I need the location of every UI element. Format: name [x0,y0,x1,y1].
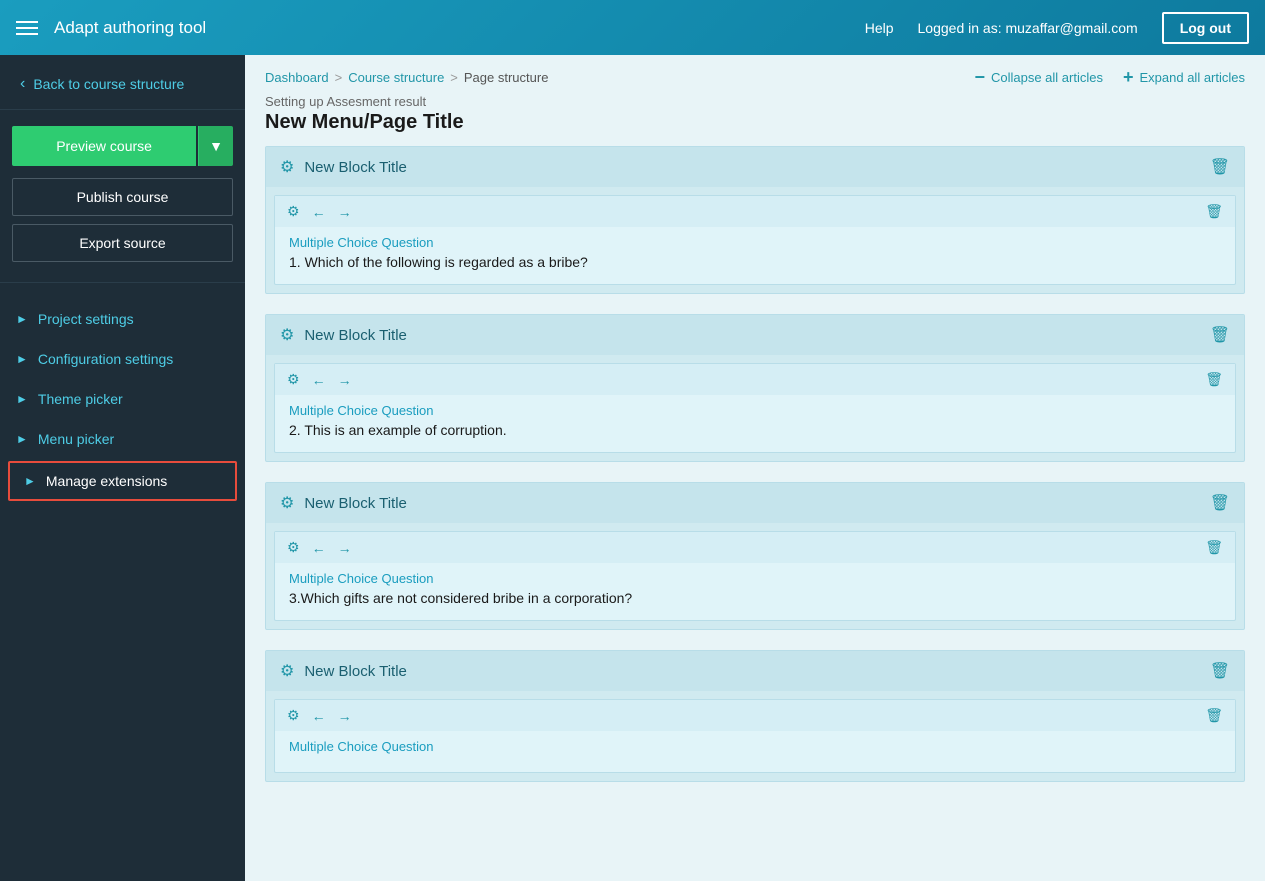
chevron-right-icon: ► [24,474,36,488]
breadcrumb-page-structure: Page structure [464,70,549,85]
component-2-left-arrow-icon[interactable]: ← [312,372,326,388]
minus-icon: − [974,67,985,88]
hamburger-menu[interactable] [16,21,38,35]
collapse-all-articles[interactable]: − Collapse all articles [974,67,1103,88]
expand-all-articles[interactable]: + Expand all articles [1123,67,1245,88]
breadcrumb-bar: Dashboard > Course structure > Page stru… [245,55,1265,92]
breadcrumb-actions: − Collapse all articles + Expand all art… [974,67,1245,88]
block-3-component: ⚙ ← → 🗑 Multiple Choice Question 3.Which… [274,531,1236,621]
block-4-component-body: Multiple Choice Question [275,731,1235,772]
component-1-question: 1. Which of the following is regarded as… [289,254,1221,270]
block-3-delete-icon[interactable]: 🗑 [1210,493,1230,513]
app-title: Adapt authoring tool [54,18,865,38]
component-4-right-arrow-icon[interactable]: → [338,708,352,724]
preview-group: Preview course ▼ [12,126,233,166]
sidebar-item-theme-picker[interactable]: ► Theme picker [0,379,245,419]
component-3-left-arrow-icon[interactable]: ← [312,540,326,556]
block-3-title: New Block Title [304,495,407,512]
component-3-gear-icon[interactable]: ⚙ [287,539,300,556]
breadcrumb-course-structure[interactable]: Course structure [348,70,444,85]
sidebar-item-configuration-settings[interactable]: ► Configuration settings [0,339,245,379]
component-3-delete-icon[interactable]: 🗑 [1205,539,1223,556]
block-4-header: ⚙ New Block Title 🗑 [266,651,1244,691]
block-4-delete-icon[interactable]: 🗑 [1210,661,1230,681]
block-3-gear-icon[interactable]: ⚙ [280,493,294,513]
content-area: Dashboard > Course structure > Page stru… [245,55,1265,881]
breadcrumb-dashboard[interactable]: Dashboard [265,70,329,85]
user-label: Logged in as: muzaffar@gmail.com [918,20,1138,36]
block-2-gear-icon[interactable]: ⚙ [280,325,294,345]
block-2-component-toolbar: ⚙ ← → 🗑 [275,364,1235,395]
sidebar-item-menu-picker[interactable]: ► Menu picker [0,419,245,459]
block-2-delete-icon[interactable]: 🗑 [1210,325,1230,345]
component-4-gear-icon[interactable]: ⚙ [287,707,300,724]
block-1-header: ⚙ New Block Title 🗑 [266,147,1244,187]
component-2-delete-icon[interactable]: 🗑 [1205,371,1223,388]
preview-dropdown-button[interactable]: ▼ [198,126,233,166]
block-1-component-body: Multiple Choice Question 1. Which of the… [275,227,1235,284]
component-1-right-arrow-icon[interactable]: → [338,204,352,220]
navbar: Adapt authoring tool Help Logged in as: … [0,0,1265,55]
back-to-course-structure[interactable]: ‹ Back to course structure [0,55,245,110]
block-4-title: New Block Title [304,663,407,680]
component-4-delete-icon[interactable]: 🗑 [1205,707,1223,724]
component-2-question: 2. This is an example of corruption. [289,422,1221,438]
block-3-header: ⚙ New Block Title 🗑 [266,483,1244,523]
breadcrumb: Dashboard > Course structure > Page stru… [265,70,548,85]
block-3-component-toolbar: ⚙ ← → 🗑 [275,532,1235,563]
block-2-title: New Block Title [304,327,407,344]
block-1-title: New Block Title [304,159,407,176]
help-link[interactable]: Help [865,20,894,36]
plus-icon: + [1123,67,1134,88]
export-source-button[interactable]: Export source [12,224,233,262]
component-1-left-arrow-icon[interactable]: ← [312,204,326,220]
sidebar-item-manage-extensions[interactable]: ► Manage extensions [8,461,237,501]
component-4-left-arrow-icon[interactable]: ← [312,708,326,724]
block-1-component-toolbar: ⚙ ← → 🗑 [275,196,1235,227]
block-3-component-body: Multiple Choice Question 3.Which gifts a… [275,563,1235,620]
page-title: New Menu/Page Title [265,111,1245,134]
block-1-component: ⚙ ← → 🗑 Multiple Choice Question 1. Whic… [274,195,1236,285]
chevron-left-icon: ‹ [20,75,25,93]
logout-button[interactable]: Log out [1162,12,1249,44]
block-1-gear-icon[interactable]: ⚙ [280,157,294,177]
page-title-bar: Setting up Assesment result New Menu/Pag… [245,92,1265,146]
blocks-container: ⚙ New Block Title 🗑 ⚙ ← → 🗑 [245,146,1265,881]
block-4: ⚙ New Block Title 🗑 ⚙ ← → 🗑 [265,650,1245,782]
sidebar-divider [0,282,245,283]
component-3-question: 3.Which gifts are not considered bribe i… [289,590,1221,606]
block-2-header: ⚙ New Block Title 🗑 [266,315,1244,355]
sidebar-item-project-settings[interactable]: ► Project settings [0,299,245,339]
component-1-gear-icon[interactable]: ⚙ [287,203,300,220]
chevron-right-icon: ► [16,392,28,406]
block-4-component: ⚙ ← → 🗑 Multiple Choice Question [274,699,1236,773]
component-3-right-arrow-icon[interactable]: → [338,540,352,556]
main-layout: ‹ Back to course structure Preview cours… [0,55,1265,881]
component-2-gear-icon[interactable]: ⚙ [287,371,300,388]
component-1-type: Multiple Choice Question [289,235,1221,250]
component-2-right-arrow-icon[interactable]: → [338,372,352,388]
block-3: ⚙ New Block Title 🗑 ⚙ ← → 🗑 [265,482,1245,630]
block-1-delete-icon[interactable]: 🗑 [1210,157,1230,177]
chevron-right-icon: ► [16,432,28,446]
component-4-type: Multiple Choice Question [289,739,1221,754]
block-4-gear-icon[interactable]: ⚙ [280,661,294,681]
block-2: ⚙ New Block Title 🗑 ⚙ ← → 🗑 [265,314,1245,462]
chevron-right-icon: ► [16,352,28,366]
block-4-component-toolbar: ⚙ ← → 🗑 [275,700,1235,731]
component-2-type: Multiple Choice Question [289,403,1221,418]
page-subtitle: Setting up Assesment result [265,94,1245,109]
block-1: ⚙ New Block Title 🗑 ⚙ ← → 🗑 [265,146,1245,294]
component-1-delete-icon[interactable]: 🗑 [1205,203,1223,220]
preview-course-button[interactable]: Preview course [12,126,196,166]
block-2-component: ⚙ ← → 🗑 Multiple Choice Question 2. This… [274,363,1236,453]
sidebar: ‹ Back to course structure Preview cours… [0,55,245,881]
chevron-right-icon: ► [16,312,28,326]
publish-course-button[interactable]: Publish course [12,178,233,216]
component-3-type: Multiple Choice Question [289,571,1221,586]
block-2-component-body: Multiple Choice Question 2. This is an e… [275,395,1235,452]
